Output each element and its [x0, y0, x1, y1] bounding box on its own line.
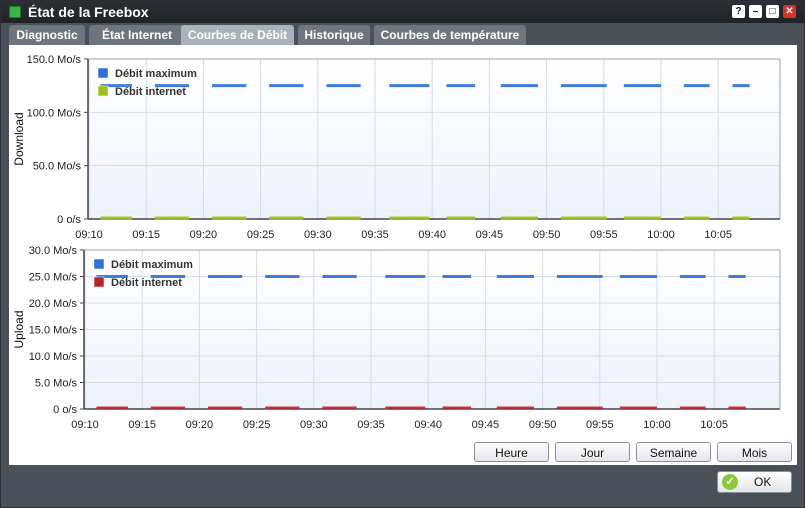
freebox-app-icon: [9, 6, 21, 18]
x-tick-label: 09:40: [414, 419, 442, 431]
x-tick-label: 09:55: [586, 419, 614, 431]
tab-courbes-de-debit[interactable]: Courbes de Débit: [181, 25, 294, 45]
legend-swatch: [93, 258, 105, 270]
x-tick-label: 09:30: [304, 229, 332, 241]
x-tick-label: 09:15: [128, 419, 156, 431]
x-tick-label: 09:20: [186, 419, 214, 431]
x-tick-label: 09:35: [361, 229, 389, 241]
y-tick-label: 20.0 Mo/s: [29, 298, 78, 310]
maximize-icon[interactable]: □: [766, 5, 779, 18]
range-mois-button[interactable]: Mois: [717, 442, 792, 462]
x-tick-label: 09:15: [132, 229, 160, 241]
x-tick-label: 09:20: [190, 229, 218, 241]
help-icon[interactable]: ?: [732, 5, 745, 18]
range-semaine-button[interactable]: Semaine: [636, 442, 711, 462]
x-tick-label: 10:05: [704, 229, 732, 241]
tab-historique[interactable]: Historique: [298, 25, 370, 45]
y-axis-label: Download: [12, 112, 26, 165]
dialog-footer: [1, 466, 804, 507]
x-tick-label: 09:40: [418, 229, 446, 241]
freebox-status-window: État de la Freebox ? – □ ✕ Diagnostic Ét…: [0, 0, 805, 508]
ok-button[interactable]: ✓ OK: [717, 471, 792, 493]
window-title: État de la Freebox: [28, 4, 149, 20]
minimize-icon[interactable]: –: [749, 5, 762, 18]
y-tick-label: 100.0 Mo/s: [27, 107, 82, 119]
x-tick-label: 09:30: [300, 419, 328, 431]
y-axis-label: Upload: [12, 310, 26, 348]
legend-swatch: [97, 67, 109, 79]
x-tick-label: 09:10: [75, 229, 103, 241]
legend-swatch: [97, 85, 109, 97]
x-tick-label: 09:45: [472, 419, 500, 431]
x-tick-label: 09:25: [247, 229, 275, 241]
x-tick-label: 10:05: [700, 419, 728, 431]
y-tick-label: 50.0 Mo/s: [33, 161, 82, 173]
tab-etat-internet[interactable]: État Internet: [89, 25, 185, 45]
x-tick-label: 09:45: [476, 229, 504, 241]
y-tick-label: 0 o/s: [57, 214, 81, 226]
ok-button-label: OK: [754, 475, 772, 489]
legend-label: Débit maximum: [115, 68, 197, 80]
legend-label: Débit maximum: [111, 259, 193, 271]
y-tick-label: 15.0 Mo/s: [29, 325, 78, 337]
legend-swatch: [93, 276, 105, 288]
x-tick-label: 10:00: [647, 229, 675, 241]
y-tick-label: 5.0 Mo/s: [35, 378, 78, 390]
y-tick-label: 30.0 Mo/s: [29, 245, 78, 257]
y-tick-label: 150.0 Mo/s: [27, 54, 82, 66]
range-heure-button[interactable]: Heure: [474, 442, 549, 462]
x-tick-label: 09:50: [533, 229, 561, 241]
title-bar[interactable]: État de la Freebox ? – □ ✕: [1, 1, 804, 23]
charts-canvas: 150.0 Mo/s 100.0 Mo/s 50.0 Mo/s 0 o/s 09:10 0…: [12, 54, 781, 431]
y-tick-label: 0 o/s: [53, 404, 77, 416]
range-jour-button[interactable]: Jour: [555, 442, 630, 462]
legend-label: Débit internet: [111, 277, 182, 289]
check-icon: ✓: [722, 474, 738, 490]
y-tick-label: 10.0 Mo/s: [29, 351, 78, 363]
plot-area: [88, 59, 780, 219]
tab-diagnostic[interactable]: Diagnostic: [9, 25, 85, 45]
y-tick-label: 25.0 Mo/s: [29, 272, 78, 284]
x-tick-label: 09:10: [71, 419, 99, 431]
charts-panel: 150.0 Mo/s 100.0 Mo/s 50.0 Mo/s 0 o/s 09:10 0…: [9, 45, 797, 465]
x-tick-label: 09:55: [590, 229, 618, 241]
x-tick-label: 09:25: [243, 419, 271, 431]
close-icon[interactable]: ✕: [783, 5, 796, 18]
x-tick-label: 09:35: [357, 419, 385, 431]
x-tick-label: 10:00: [643, 419, 671, 431]
x-tick-label: 09:50: [529, 419, 557, 431]
tab-courbes-de-temperature[interactable]: Courbes de température: [374, 25, 526, 45]
legend-label: Débit internet: [115, 86, 186, 98]
